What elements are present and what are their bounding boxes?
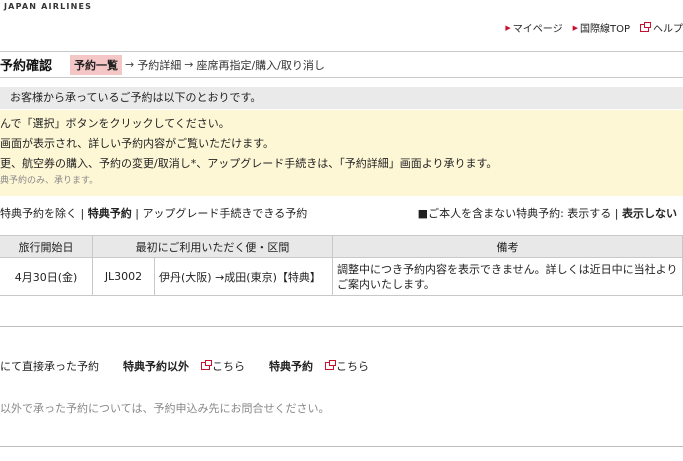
external-window-icon [201,360,212,370]
step-reservation-detail: 予約詳細 [137,58,182,72]
reservation-type-filter: 特典予約を除く | 特典予約 | アップグレード手続きできる予約 [0,205,307,221]
nav-help-link[interactable]: ヘルプ [640,20,683,35]
nav-mypage-label: マイページ [512,24,563,35]
page-title: 予約確認 [0,59,53,74]
filter-bar: 特典予約を除く | 特典予約 | アップグレード手続きできる予約 ■ご本人を含ま… [0,205,683,221]
nav-mypage-link[interactable]: ▶ マイページ [505,20,563,36]
external-window-icon [325,360,336,370]
header-first-flight-segment: 最初にご利用いただく便・区間 [92,235,333,258]
greeting-message: お客様から承っているご予約は以下のとおりです。 [0,87,683,109]
hide-option-current: 表示しない [622,207,677,220]
instructions-box: んで「選択」ボタンをクリックしてください。 画面が表示され、詳しい予約内容がご覧… [0,110,683,196]
instruction-line: んで「選択」ボタンをクリックしてください。 [0,117,230,130]
other-reservations-note: 以外で承った予約については、予約申込み先にお問合せください。 [0,402,330,415]
instruction-footnote: 典予約のみ、承ります。 [0,176,99,186]
filter-separator: | [80,207,85,220]
companion-award-toggle: ■ご本人を含まない特典予約: 表示する | 表示しない [418,205,677,221]
award-link[interactable]: こちら [325,358,369,374]
nav-help-label: ヘルプ [653,24,683,35]
brand-logo: JAPAN AIRLINES [4,2,93,11]
instruction-line: 更、航空券の購入、予約の変更/取消し*、アップグレード手続きは、「予約詳細」画面… [0,157,498,170]
triangle-right-icon: ▶ [505,23,511,32]
step-seat-purchase-cancel: 座席再指定/購入/取り消し [196,58,325,72]
step-arrow: → [184,58,194,71]
external-window-icon [640,21,651,32]
cell-flight-number: JL3002 [92,257,155,296]
page-header: 予約確認 予約一覧 → 予約詳細 → 座席再指定/購入/取り消し [0,51,683,78]
reservation-table: 旅行開始日 最初にご利用いただく便・区間 備考 4月30日(金) JL3002 … [0,235,683,296]
step-breadcrumb: 予約一覧 → 予約詳細 → 座席再指定/購入/取り消し [70,54,325,75]
step-reservation-list: 予約一覧 [70,54,123,75]
step-arrow: → [125,58,135,71]
filter-award-current: 特典予約 [87,207,132,220]
award-link-text: こちら [336,360,369,373]
header-travel-start-date: 旅行開始日 [0,235,93,258]
direct-reservations: にて直接承った予約 特典予約以外 こちら 特典予約 こちら [0,358,369,374]
divider [0,446,683,447]
cell-date: 4月30日(金) [0,257,93,296]
non-award-label: 特典予約以外 [123,360,189,373]
triangle-right-icon: ▶ [572,23,578,32]
nav-international-top-label: 国際線TOP [579,24,630,35]
filter-exclude-award-link[interactable]: 特典予約を除く [0,207,77,220]
table-row: 4月30日(金) JL3002 伊丹(大阪) →成田(東京)【特典】 調整中につ… [0,257,683,296]
cell-remarks: 調整中につき予約内容を表示できません。詳しくは近日中に当社よりご案内いたします。 [332,257,683,296]
filter-separator: | [614,207,619,220]
divider [0,326,683,327]
filter-separator: | [135,207,139,220]
filter-upgradable-link[interactable]: アップグレード手続きできる予約 [142,207,307,220]
non-award-link-text: こちら [212,360,245,373]
instruction-line: 画面が表示され、詳しい予約内容がご覧いただけます。 [0,137,275,150]
nav-international-top-link[interactable]: ▶ 国際線TOP [572,20,630,36]
header-remarks: 備考 [332,235,683,258]
non-award-link[interactable]: こちら [201,358,245,374]
direct-reservations-label: にて直接承った予約 [0,360,99,373]
award-label: 特典予約 [269,360,313,373]
table-header-row: 旅行開始日 最初にご利用いただく便・区間 備考 [0,235,683,258]
cell-route: 伊丹(大阪) →成田(東京)【特典】 [154,257,333,296]
show-option-link[interactable]: 表示する [567,207,611,220]
companion-award-label: ■ご本人を含まない特典予約: [417,207,564,220]
top-navigation: ▶ マイページ ▶ 国際線TOP ヘルプ [505,20,683,35]
